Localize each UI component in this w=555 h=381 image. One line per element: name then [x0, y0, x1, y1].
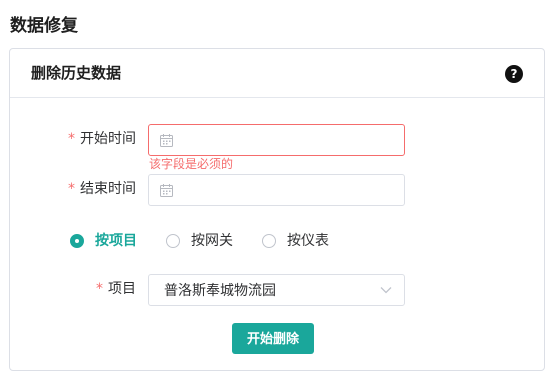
- start-time-input[interactable]: [148, 124, 405, 156]
- card-header: 删除历史数据 ?: [10, 49, 544, 98]
- question-circle-icon[interactable]: ?: [505, 65, 523, 83]
- project-label: * 项目: [96, 281, 136, 297]
- radio-circle[interactable]: [166, 234, 180, 248]
- end-time-label: * 结束时间: [68, 181, 136, 197]
- required-mark: *: [96, 281, 103, 297]
- required-mark: *: [68, 131, 75, 147]
- end-time-input[interactable]: [148, 174, 405, 206]
- radio-by-meter[interactable]: 按仪表: [262, 231, 329, 251]
- radio-circle[interactable]: [70, 234, 84, 248]
- start-time-error: 该字段是必须的: [149, 157, 234, 171]
- project-select[interactable]: 普洛斯奉城物流园: [148, 274, 405, 306]
- calendar-icon: [160, 184, 173, 197]
- radio-circle[interactable]: [262, 234, 276, 248]
- delete-history-card: 删除历史数据 ? * 开始时间 该字段是必须的 * 结束时间 按项目 按网关 按…: [9, 48, 545, 371]
- radio-label: 按网关: [191, 233, 233, 249]
- project-select-value: 普洛斯奉城物流园: [164, 283, 276, 299]
- radio-label: 按仪表: [287, 233, 329, 249]
- page-title: 数据修复: [10, 16, 78, 36]
- calendar-icon: [160, 134, 173, 147]
- card-title: 删除历史数据: [31, 64, 122, 82]
- start-time-label: * 开始时间: [68, 131, 136, 147]
- chevron-down-icon: [380, 287, 392, 294]
- radio-by-gateway[interactable]: 按网关: [166, 231, 233, 251]
- radio-by-project[interactable]: 按项目: [70, 231, 137, 251]
- radio-label: 按项目: [95, 233, 137, 249]
- required-mark: *: [68, 181, 75, 197]
- start-delete-button[interactable]: 开始删除: [232, 323, 314, 354]
